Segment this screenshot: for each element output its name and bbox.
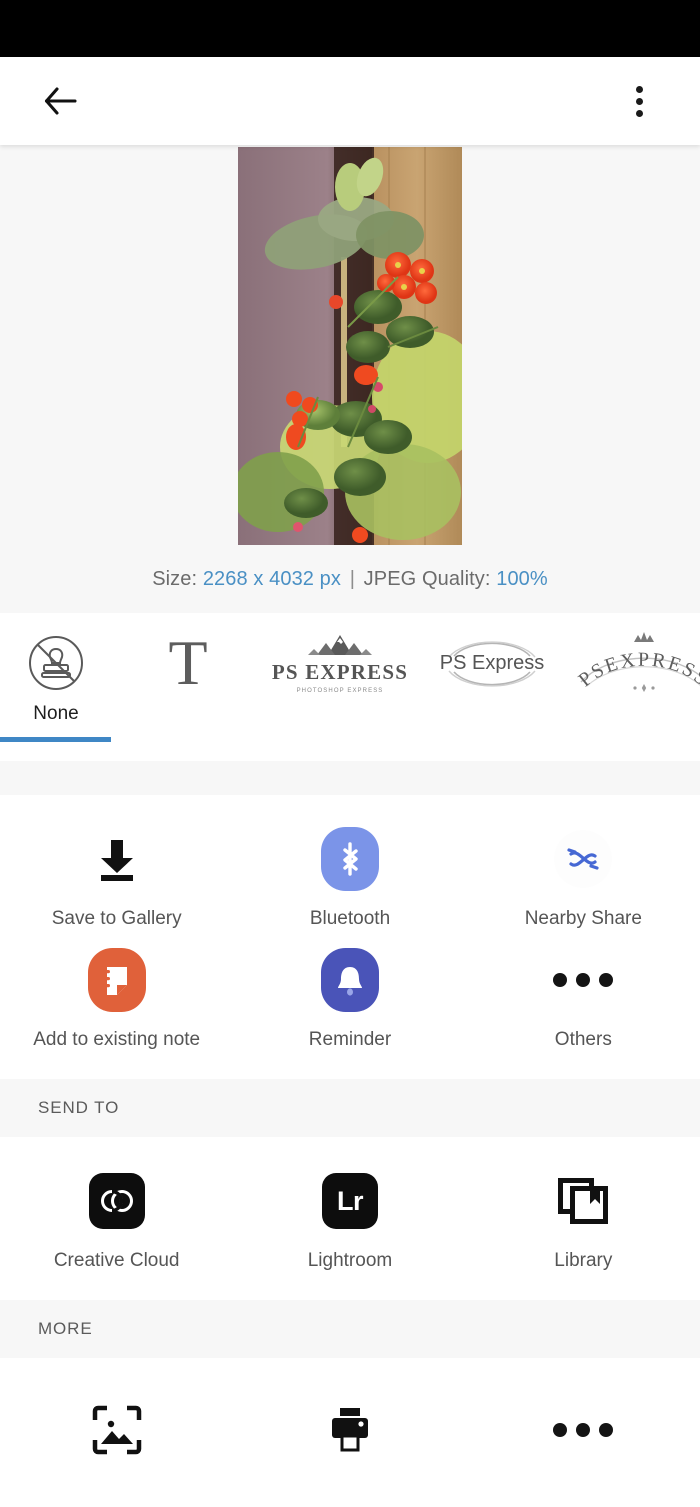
- mountain-glyph: [307, 634, 372, 655]
- send-to-library[interactable]: Library: [467, 1159, 700, 1280]
- share-targets-grid: Save to Gallery Bluetooth Nearby Share A…: [0, 795, 700, 1079]
- mountain-logo-name: PS EXPRESS: [271, 659, 409, 684]
- watermark-option-mountain[interactable]: PS EXPRESS PHOTOSHOP EXPRESS: [264, 621, 416, 749]
- share-nearby-share[interactable]: Nearby Share: [467, 817, 700, 938]
- back-button[interactable]: [34, 74, 88, 128]
- quality-value[interactable]: 100%: [496, 568, 548, 590]
- library-icon: [551, 1169, 615, 1233]
- share-label: Reminder: [308, 1029, 392, 1050]
- bluetooth-icon: [318, 827, 382, 891]
- crown-arc-glyph: PSEXPRESS: [574, 632, 700, 692]
- send-to-label: Library: [554, 1250, 613, 1271]
- size-label: Size:: [152, 568, 198, 590]
- lightroom-glyph: Lr: [336, 1185, 364, 1216]
- share-others[interactable]: Others: [467, 938, 700, 1059]
- oval-badge-logo-icon: PS Express: [432, 629, 552, 697]
- more-print[interactable]: [233, 1388, 466, 1487]
- share-add-to-existing-note[interactable]: Add to existing note: [0, 938, 233, 1059]
- arrow-left-icon: [44, 87, 77, 115]
- set-as-wallpaper-icon: [85, 1398, 149, 1462]
- more-grid: [0, 1358, 700, 1507]
- nearby-share-icon: [551, 827, 615, 891]
- share-label: Bluetooth: [309, 908, 391, 929]
- photo-thumbnail[interactable]: [238, 147, 462, 545]
- more-header-label: MORE: [38, 1319, 93, 1338]
- more-horizontal-icon: [551, 948, 615, 1012]
- more-vertical-icon: [635, 85, 643, 117]
- no-stamp-icon: [26, 629, 86, 697]
- image-preview-pane: Size: 2268 x 4032 px | JPEG Quality: 100…: [0, 145, 700, 613]
- printer-icon: [318, 1398, 382, 1462]
- meta-separator: |: [349, 568, 355, 590]
- share-label: Nearby Share: [524, 908, 642, 929]
- share-label: Others: [554, 1029, 612, 1050]
- creative-cloud-icon: [85, 1169, 149, 1233]
- share-row-1: Save to Gallery Bluetooth Nearby Share: [0, 817, 700, 938]
- mountain-logo-icon: PS EXPRESS PHOTOSHOP EXPRESS: [272, 629, 408, 697]
- send-to-label: Lightroom: [307, 1250, 393, 1271]
- more-others[interactable]: [467, 1388, 700, 1487]
- quality-label: JPEG Quality:: [363, 568, 491, 590]
- send-to-lightroom[interactable]: Lr Lightroom: [233, 1159, 466, 1280]
- badge-logo-name: PS Express: [439, 651, 545, 674]
- mountain-logo-sub: PHOTOSHOP EXPRESS: [296, 687, 384, 694]
- lightroom-icon: Lr: [318, 1169, 382, 1233]
- app-bar: [0, 57, 700, 145]
- share-row-2: Add to existing note Reminder Others: [0, 938, 700, 1059]
- watermark-option-text[interactable]: T: [112, 621, 264, 749]
- share-save-to-gallery[interactable]: Save to Gallery: [0, 817, 233, 938]
- watermark-option-label: None: [33, 703, 79, 724]
- section-gap-1: [0, 761, 700, 795]
- send-to-creative-cloud[interactable]: Creative Cloud: [0, 1159, 233, 1280]
- send-to-grid: Creative Cloud Lr Lightroom Library: [0, 1137, 700, 1300]
- more-horizontal-icon: [551, 1398, 615, 1462]
- send-to-header-label: SEND TO: [38, 1098, 120, 1117]
- overflow-menu-button[interactable]: [612, 74, 666, 128]
- crown-arc-logo-icon: PSEXPRESS: [571, 629, 700, 697]
- reminder-bell-icon: [318, 948, 382, 1012]
- share-label: Add to existing note: [33, 1029, 201, 1050]
- plant-photo-image: [238, 147, 462, 545]
- status-bar: [0, 0, 700, 57]
- share-bluetooth[interactable]: Bluetooth: [233, 817, 466, 938]
- send-to-section-header: SEND TO: [0, 1079, 700, 1137]
- watermark-option-crown-arc[interactable]: PSEXPRESS: [568, 621, 700, 749]
- share-reminder[interactable]: Reminder: [233, 938, 466, 1059]
- more-section-header: MORE: [0, 1300, 700, 1358]
- image-metadata: Size: 2268 x 4032 px | JPEG Quality: 100…: [152, 568, 548, 591]
- send-to-label: Creative Cloud: [53, 1250, 180, 1271]
- download-icon: [85, 827, 149, 891]
- watermark-selected-underline: [0, 737, 111, 742]
- size-value[interactable]: 2268 x 4032 px: [203, 568, 341, 590]
- watermark-option-none[interactable]: None: [0, 621, 112, 749]
- more-set-as-wallpaper[interactable]: [0, 1388, 233, 1487]
- samsung-notes-icon: [85, 948, 149, 1012]
- serif-t-glyph: T: [168, 627, 208, 698]
- share-label: Save to Gallery: [51, 908, 182, 929]
- serif-t-icon: T: [168, 629, 207, 697]
- send-to-row: Creative Cloud Lr Lightroom Library: [0, 1159, 700, 1280]
- svg-text:PSEXPRESS: PSEXPRESS: [574, 649, 700, 692]
- watermark-option-badge[interactable]: PS Express: [416, 621, 568, 749]
- watermark-selector[interactable]: None T PS EXPRESS PHOTOSHOP EXPRESS PS E…: [0, 613, 700, 761]
- more-row: [0, 1388, 700, 1487]
